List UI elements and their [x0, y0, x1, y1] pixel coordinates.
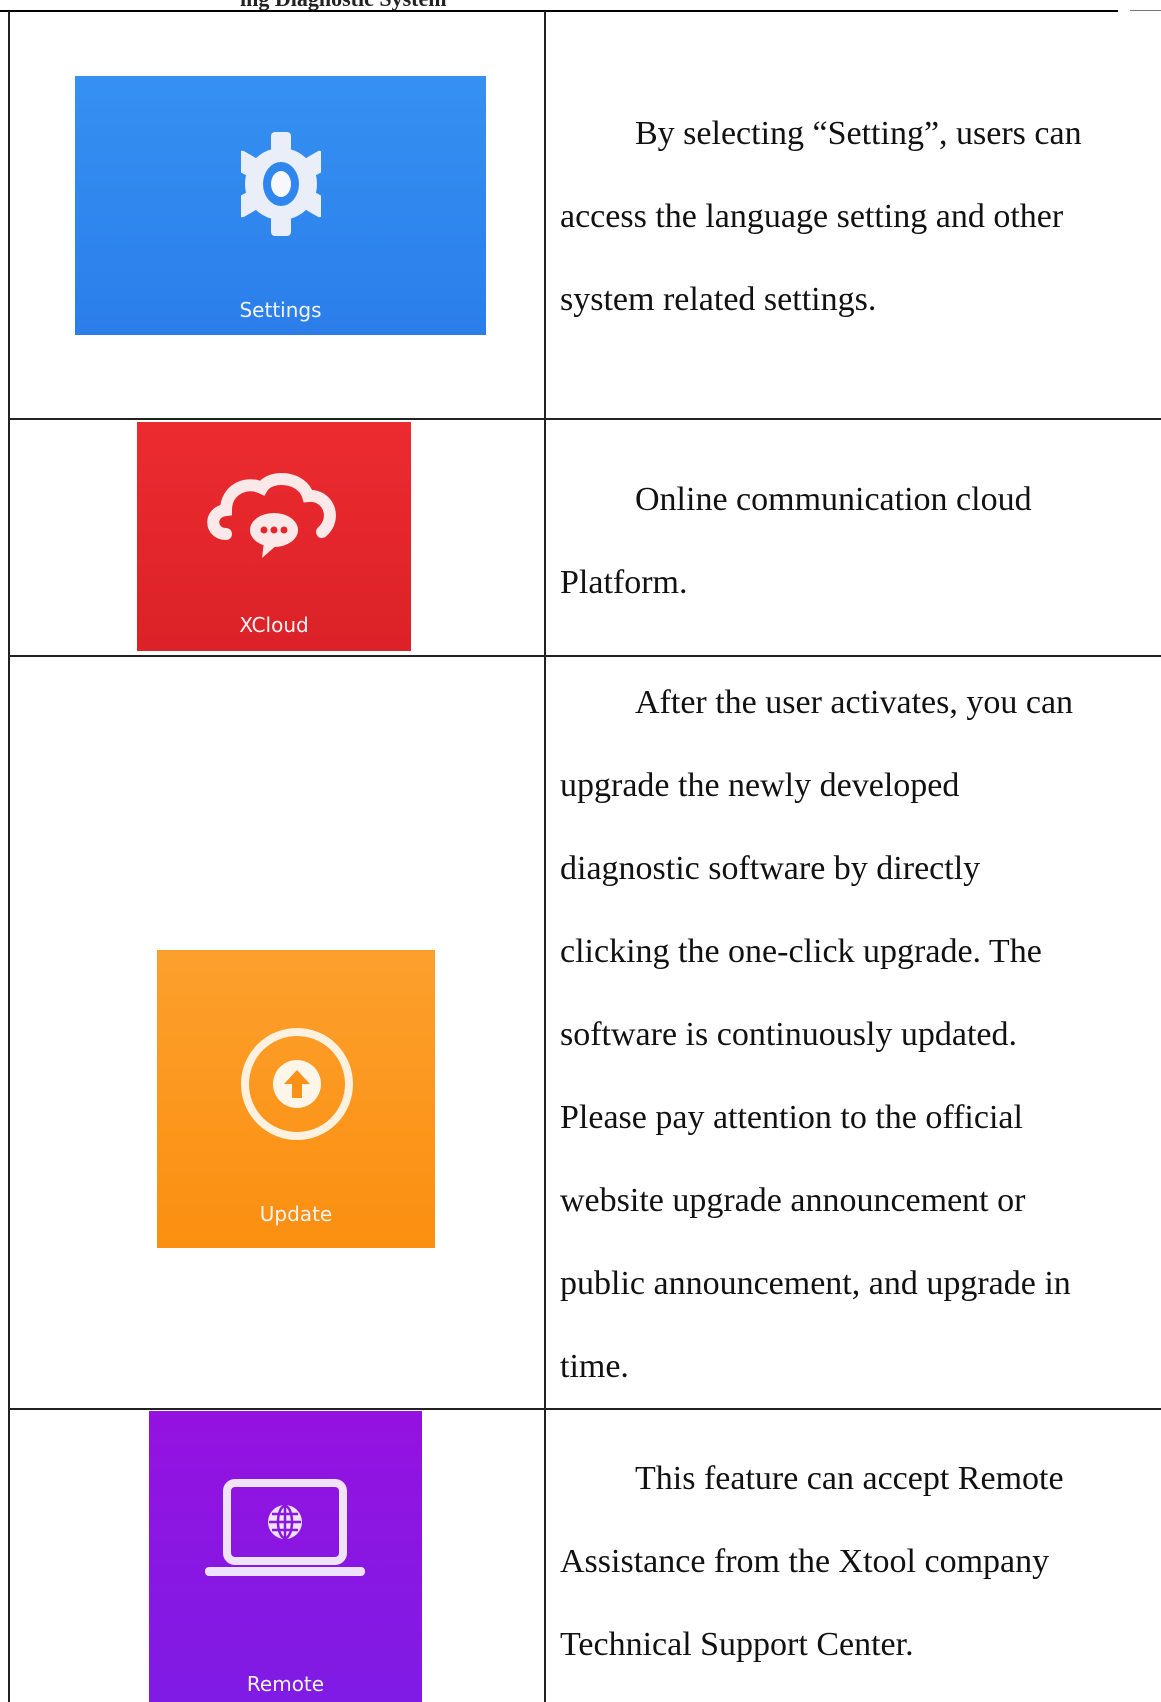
header-rule [0, 10, 1118, 12]
cloud-chat-icon [207, 473, 336, 558]
upload-arrow-icon [241, 1028, 353, 1140]
description-line: access the language setting and other [560, 198, 1064, 235]
xcloud-tile-label: XCloud [239, 613, 309, 637]
description-line: Assistance from the Xtool company [560, 1543, 1050, 1580]
description-line: website upgrade announcement or [560, 1182, 1026, 1219]
description-line: Online communication cloud [635, 481, 1032, 518]
xcloud-description: Online communication cloud Platform. [560, 458, 1140, 624]
description-line: Please pay attention to the official [560, 1099, 1023, 1136]
settings-tile-label: Settings [239, 298, 322, 322]
row-divider [8, 1408, 1161, 1410]
remote-tile-label: Remote [246, 1672, 325, 1696]
description-line: diagnostic software by directly [560, 850, 981, 887]
header-rule-right [1130, 10, 1161, 11]
description-line: By selecting “Setting”, users can [635, 115, 1082, 152]
settings-description: By selecting “Setting”, users can access… [560, 92, 1140, 341]
description-line: clicking the one-click upgrade. The [560, 933, 1042, 970]
remote-tile[interactable]: Remote [149, 1411, 422, 1702]
row-divider [8, 655, 1161, 657]
update-tile-label: Update [259, 1202, 333, 1226]
page-header-fragment: ing Diagnostic System [240, 0, 447, 10]
remote-description: This feature can accept Remote Assistanc… [560, 1437, 1140, 1686]
laptop-globe-icon [205, 1479, 365, 1576]
description-line: After the user activates, you can [635, 684, 1074, 721]
description-line: upgrade the newly developed [560, 767, 960, 804]
description-line: system related settings. [560, 281, 877, 318]
update-description: After the user activates, you can upgrad… [560, 661, 1140, 1408]
gear-icon [241, 132, 321, 236]
xcloud-tile[interactable]: XCloud [137, 422, 411, 651]
description-line: Technical Support Center. [560, 1626, 914, 1663]
table-left-border [8, 11, 10, 1702]
settings-tile[interactable]: Settings [75, 76, 486, 335]
description-line: software is continuously updated. [560, 1016, 1018, 1053]
description-line: This feature can accept Remote [635, 1460, 1064, 1497]
update-tile[interactable]: Update [157, 950, 435, 1248]
description-line: time. [560, 1348, 629, 1385]
description-line: Platform. [560, 564, 688, 601]
row-divider [8, 418, 1161, 420]
description-line: public announcement, and upgrade in [560, 1265, 1071, 1302]
table-column-divider [544, 11, 546, 1702]
